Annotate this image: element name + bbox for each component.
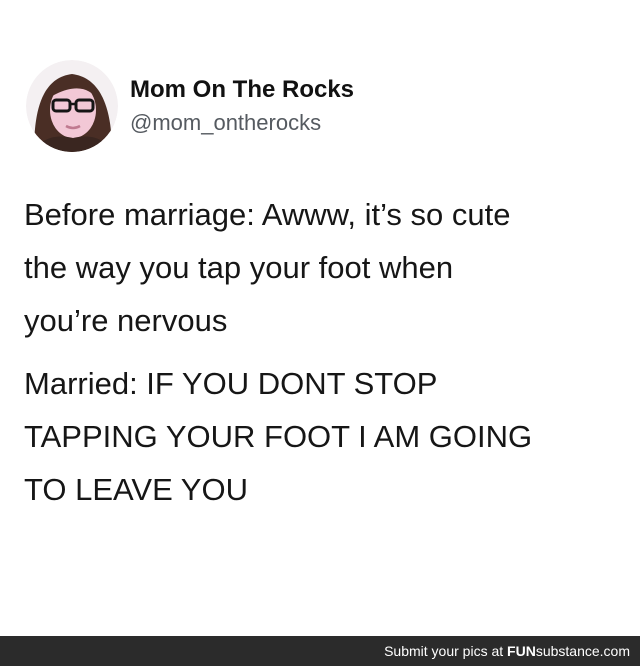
tweet-card: Mom On The Rocks @mom_ontherocks Before … (0, 0, 640, 636)
tweet-paragraph-married: Married: IF YOU DONT STOP TAPPING YOUR F… (24, 357, 624, 516)
tweet-line: the way you tap your foot when (24, 250, 454, 285)
tweet-line: Married: IF YOU DONT STOP (24, 366, 438, 401)
tweet-header: Mom On The Rocks @mom_ontherocks (26, 60, 616, 155)
author-info: Mom On The Rocks @mom_ontherocks (130, 74, 590, 138)
tweet-text: Before marriage: Awww, it’s so cute the … (24, 188, 624, 526)
tweet-line: you’re nervous (24, 303, 228, 338)
author-handle[interactable]: @mom_ontherocks (130, 108, 590, 138)
watermark-footer: Submit your pics at FUNsubstance.com (0, 636, 640, 666)
footer-submit-text: Submit your pics at (384, 643, 504, 659)
brand-part-1: FUN (507, 643, 536, 659)
profile-photo-icon[interactable] (26, 60, 118, 152)
avatar-illustration (26, 60, 118, 152)
tweet-paragraph-before: Before marriage: Awww, it’s so cute the … (24, 188, 624, 347)
tweet-line: TAPPING YOUR FOOT I AM GOING (24, 419, 533, 454)
author-display-name[interactable]: Mom On The Rocks (130, 74, 590, 106)
funsubstance-link[interactable]: FUNsubstance.com (507, 643, 630, 659)
brand-part-2: substance (535, 643, 600, 659)
tweet-line: Before marriage: Awww, it’s so cute (24, 197, 511, 232)
tweet-line: TO LEAVE YOU (24, 472, 248, 507)
brand-suffix: .com (599, 643, 630, 659)
